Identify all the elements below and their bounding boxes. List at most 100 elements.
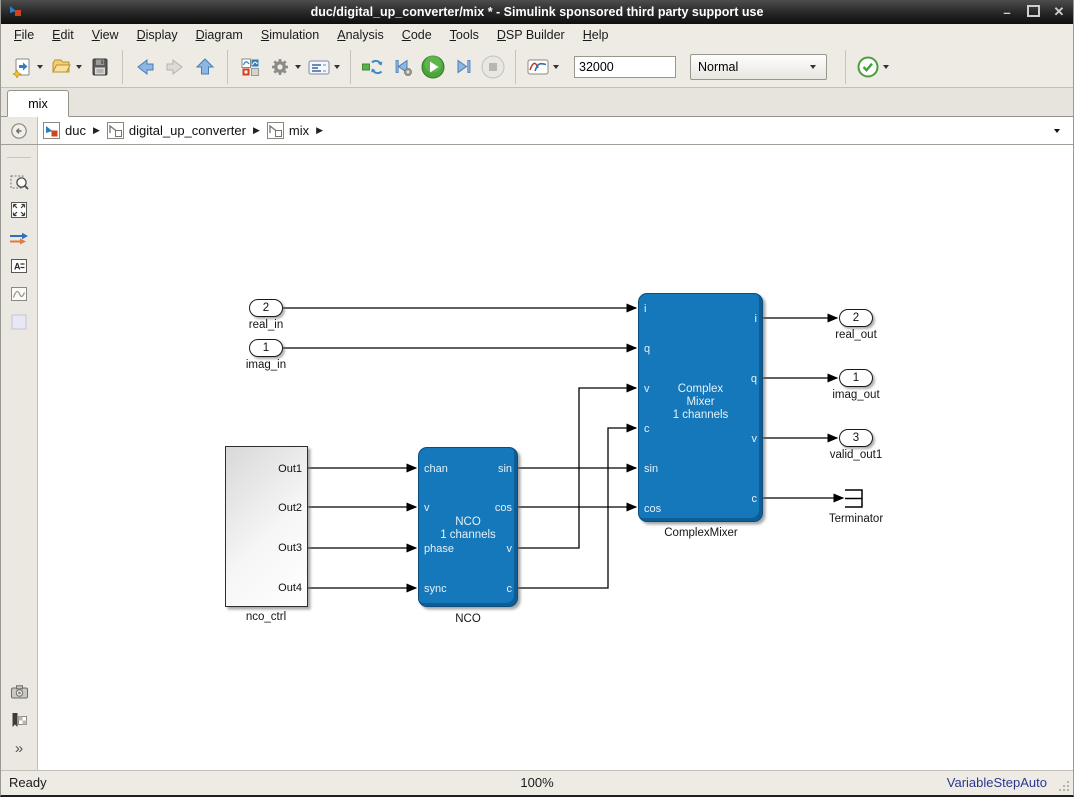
settings-caret-icon[interactable] <box>295 65 301 69</box>
menu-simulation[interactable]: Simulation <box>252 26 328 44</box>
open-caret-icon[interactable] <box>76 65 82 69</box>
port-label: i <box>644 302 646 316</box>
close-icon[interactable]: ✕ <box>1051 4 1067 20</box>
breadcrumb-item-duc[interactable]: duc <box>65 123 86 138</box>
outport-label[interactable]: valid_out1 <box>830 449 882 461</box>
menu-file[interactable]: File <box>5 26 43 44</box>
zoom-level: 100% <box>520 775 553 790</box>
screenshot-camera-icon[interactable] <box>1 678 37 706</box>
image-annotation-icon[interactable] <box>1 280 37 308</box>
outport-block[interactable]: 1 <box>839 369 873 387</box>
menu-diagram[interactable]: Diagram <box>187 26 252 44</box>
expand-palette-icon[interactable]: » <box>1 734 37 762</box>
port-label: v <box>507 542 513 556</box>
solver-indicator[interactable]: VariableStepAuto <box>947 775 1047 790</box>
model-config-button[interactable] <box>305 51 333 83</box>
nco-ctrl-block[interactable]: Out1 Out2 Out3 Out4 <box>225 446 308 607</box>
box-annotation-icon[interactable] <box>1 308 37 336</box>
sim-mode-select[interactable]: Normal <box>690 54 827 80</box>
inport-block[interactable]: 1 <box>249 339 283 357</box>
model-config-caret-icon[interactable] <box>334 65 340 69</box>
port-label: v <box>424 501 430 515</box>
simulink-window: duc/digital_up_converter/mix * - Simulin… <box>0 0 1074 797</box>
breadcrumb-item-digital-up-converter[interactable]: digital_up_converter <box>129 123 246 138</box>
resize-grip[interactable] <box>1058 780 1070 792</box>
up-to-parent-button[interactable] <box>191 51 219 83</box>
run-button[interactable] <box>419 51 447 83</box>
settings-button[interactable] <box>266 51 294 83</box>
signal-lines-icon[interactable] <box>1 224 37 252</box>
outport-label[interactable]: imag_out <box>832 389 879 401</box>
annotation-icon[interactable]: A <box>1 252 37 280</box>
model-advisor-button[interactable] <box>854 51 882 83</box>
open-button[interactable] <box>47 51 75 83</box>
svg-text:A: A <box>14 262 21 272</box>
port-label: cos <box>495 501 512 515</box>
outport-block[interactable]: 2 <box>839 309 873 327</box>
terminator-glyph[interactable] <box>845 490 862 507</box>
model-canvas[interactable]: 2 real_in 1 imag_in Out1 Out2 Out3 Out4 … <box>38 145 1073 770</box>
toolbar: Normal <box>1 46 1073 88</box>
breadcrumb-separator-icon: ▶ <box>253 125 260 136</box>
menu-display[interactable]: Display <box>128 26 187 44</box>
menu-tools[interactable]: Tools <box>441 26 488 44</box>
maximize-icon[interactable] <box>1025 5 1041 20</box>
back-button[interactable] <box>131 51 159 83</box>
inport-label[interactable]: real_in <box>249 319 284 331</box>
stop-button[interactable] <box>479 51 507 83</box>
model-advisor-check-icon <box>856 55 880 79</box>
menu-help[interactable]: Help <box>574 26 618 44</box>
complex-mixer-label[interactable]: ComplexMixer <box>664 527 738 539</box>
breadcrumb-dropdown-icon[interactable] <box>1054 129 1060 133</box>
menu-code[interactable]: Code <box>393 26 441 44</box>
inport-block[interactable]: 2 <box>249 299 283 317</box>
outport-label[interactable]: real_out <box>835 329 877 341</box>
port-label: c <box>752 492 758 506</box>
new-model-caret-icon[interactable] <box>37 65 43 69</box>
nco-label[interactable]: NCO <box>455 613 481 625</box>
port-label: sin <box>644 462 658 476</box>
save-floppy-icon <box>89 56 111 78</box>
breadcrumb-separator-icon: ▶ <box>93 125 100 136</box>
update-diagram-button[interactable] <box>359 51 387 83</box>
forward-button[interactable] <box>161 51 189 83</box>
breadcrumb-item-mix[interactable]: mix <box>289 123 309 138</box>
menu-view[interactable]: View <box>83 26 128 44</box>
fit-to-view-icon[interactable] <box>1 196 37 224</box>
library-browser-button[interactable] <box>236 51 264 83</box>
port-label: chan <box>424 462 448 476</box>
subsystem-node-icon <box>267 122 284 139</box>
step-back-button[interactable] <box>389 51 417 83</box>
nco-ctrl-label[interactable]: nco_ctrl <box>246 611 286 623</box>
signal-wires[interactable] <box>38 145 1073 770</box>
menu-edit[interactable]: Edit <box>43 26 83 44</box>
data-inspector-caret-icon[interactable] <box>553 65 559 69</box>
open-folder-icon <box>50 56 72 78</box>
step-forward-icon <box>452 56 474 78</box>
menu-dsp-builder[interactable]: DSP Builder <box>488 26 574 44</box>
minimize-icon[interactable]: – <box>999 5 1015 20</box>
viewmarks-icon[interactable] <box>1 706 37 734</box>
breadcrumb-back-icon[interactable] <box>10 122 28 140</box>
model-advisor-caret-icon[interactable] <box>883 65 889 69</box>
save-button[interactable] <box>86 51 114 83</box>
inport-label[interactable]: imag_in <box>246 359 286 371</box>
outport-block[interactable]: 3 <box>839 429 873 447</box>
step-back-icon <box>392 56 414 78</box>
new-model-button[interactable] <box>8 51 36 83</box>
update-diagram-icon <box>361 56 385 78</box>
zoom-region-icon[interactable] <box>1 168 37 196</box>
complex-mixer-block[interactable]: i q v c sin cos i q v c Complex Mixer 1 … <box>638 293 763 522</box>
data-inspector-icon <box>526 56 550 78</box>
menu-analysis[interactable]: Analysis <box>328 26 393 44</box>
nco-block[interactable]: chan v phase sync sin cos v c NCO 1 chan… <box>418 447 518 607</box>
port-label: q <box>644 342 650 356</box>
tab-mix[interactable]: mix <box>7 90 69 117</box>
stop-time-input[interactable] <box>574 56 676 78</box>
back-arrow-icon <box>134 56 156 78</box>
terminator-label[interactable]: Terminator <box>829 513 883 525</box>
step-forward-button[interactable] <box>449 51 477 83</box>
subsystem-node-icon <box>107 122 124 139</box>
port-label: i <box>755 312 757 326</box>
data-inspector-button[interactable] <box>524 51 552 83</box>
